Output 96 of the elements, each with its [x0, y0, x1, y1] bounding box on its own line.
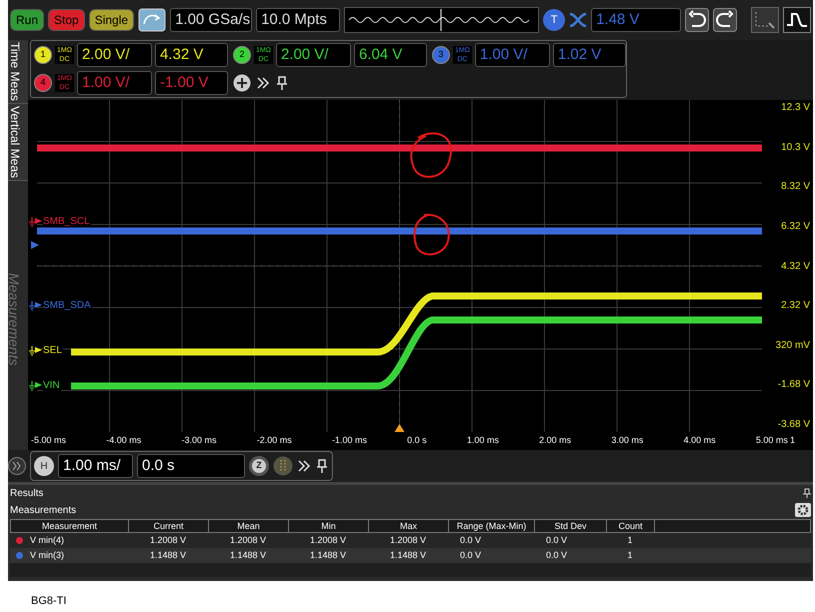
ground-marker-icon — [29, 345, 43, 357]
settings-icon[interactable] — [795, 503, 811, 517]
x-axis-label: 1 — [790, 434, 796, 448]
trace-label: SEL — [43, 346, 63, 356]
channel-offset-field[interactable]: 6.04 V — [354, 43, 427, 67]
time-delay-field[interactable]: 0.0 s — [137, 454, 245, 478]
x-axis-label: -3.00 ms — [181, 434, 216, 448]
table-cell-text: 0.0 V — [459, 548, 482, 562]
table-cell-text: 0.0 V — [545, 548, 568, 562]
channel-badge[interactable]: 2 — [232, 46, 251, 64]
acquisition-button[interactable]: Run — [10, 9, 44, 31]
autoscale-icon[interactable] — [138, 8, 166, 32]
column-header: Max — [369, 520, 449, 532]
table-cell-text: 1.2008 V — [308, 534, 348, 547]
pin-icon[interactable] — [803, 488, 811, 498]
undo-icon[interactable] — [685, 8, 710, 32]
y-axis-label: 8.32 V — [781, 180, 810, 194]
sample-rate-field[interactable]: 1.00 GSa/s — [170, 8, 252, 32]
table-cell-text: 1 — [626, 548, 634, 562]
selection-tool-icon[interactable] — [751, 7, 779, 33]
channel-scale-field[interactable]: 2.00 V/ — [76, 43, 152, 67]
channel-scale-field[interactable]: 2.00 V/ — [276, 43, 351, 67]
channel-badge[interactable]: 1 — [34, 46, 52, 64]
y-axis-label: 2.32 V — [781, 299, 810, 314]
y-axis-label: -1.68 V — [778, 378, 810, 392]
time-scale-field[interactable]: 1.00 ms/ — [58, 454, 133, 478]
ground-marker-icon — [29, 300, 43, 312]
table-cell-text: 1.1488 V — [388, 548, 428, 562]
channel-badge[interactable]: 4 — [34, 74, 52, 92]
x-axis-label: 2.00 ms — [539, 434, 572, 448]
section-title: Measurements — [10, 504, 76, 518]
pin-icon[interactable] — [274, 75, 289, 91]
channel-badge[interactable]: 3 — [432, 46, 450, 64]
pin-icon[interactable] — [315, 458, 329, 474]
column-header: Count — [607, 520, 655, 532]
table-cell-text: 1.1488 V — [228, 548, 268, 562]
table-cell-text: 1.2008 V — [148, 534, 188, 547]
trigger-edge-icon — [569, 12, 588, 28]
expand-icon[interactable] — [8, 457, 26, 475]
trigger-marker-icon — [30, 240, 40, 250]
column-header: Mean — [209, 520, 289, 532]
waveform-overview[interactable] — [344, 7, 540, 33]
x-axis-label: 1.00 ms — [466, 434, 499, 448]
trace-label: SMB_SDA — [43, 301, 92, 311]
column-header: Current — [129, 520, 209, 532]
column-header: Min — [289, 520, 369, 532]
trace-label: VIN — [43, 381, 61, 391]
y-axis-label: 6.32 V — [781, 220, 810, 234]
table-cell-text: 1 — [626, 534, 634, 547]
acquisition-button[interactable]: Stop — [48, 9, 85, 31]
column-header: Std Dev — [535, 520, 607, 532]
redo-icon[interactable] — [713, 8, 738, 32]
channel-offset-field[interactable]: -1.00 V — [154, 71, 228, 95]
channel-offset-field[interactable]: 1.02 V — [552, 43, 626, 67]
side-tab[interactable]: Vertical Meas — [8, 104, 28, 181]
x-axis-label: -5.00 ms — [31, 434, 66, 448]
x-axis-label: -2.00 ms — [256, 434, 292, 448]
table-cell-text: V min(3) — [29, 548, 66, 562]
x-axis-label: 0.0 s — [407, 434, 427, 448]
table-cell-text: 0.0 V — [459, 534, 482, 547]
table-cell-text: 1.1488 V — [148, 548, 188, 562]
channel-offset-field[interactable]: 4.32 V — [154, 43, 228, 67]
table-cell-text: 0.0 V — [545, 534, 568, 547]
x-axis-label: 4.00 ms — [684, 434, 716, 448]
horizontal-badge[interactable]: H — [34, 456, 54, 476]
add-channel-icon[interactable] — [232, 74, 251, 92]
y-axis-label: 320 mV — [776, 338, 810, 353]
channel-scale-field[interactable]: 1.00 V/ — [76, 71, 152, 95]
x-axis-label: 5.00 ms — [756, 434, 788, 448]
table-cell-text: 1.1488 V — [308, 548, 348, 562]
x-axis-label: 3.00 ms — [611, 434, 644, 448]
ground-marker-icon — [29, 216, 43, 228]
y-axis-label: -3.68 V — [778, 418, 810, 432]
y-axis-label: 4.32 V — [781, 260, 810, 274]
ground-marker-icon — [29, 380, 43, 392]
side-tab[interactable]: Time Meas — [8, 40, 28, 104]
zoom-badge[interactable]: Z — [249, 456, 269, 476]
trigger-level-field[interactable]: 1.48 V — [591, 8, 682, 32]
table-cell-text: V min(4) — [29, 534, 66, 547]
x-axis-label: -4.00 ms — [106, 434, 142, 448]
column-header: Range (Max-Min) — [449, 520, 535, 532]
table-cell-text: 1.2008 V — [388, 534, 428, 547]
trace-label: SMB_SCL — [43, 217, 91, 227]
y-axis-label: 12.3 V — [781, 101, 810, 115]
trigger-badge[interactable]: T — [543, 9, 566, 31]
acquisition-button[interactable]: Single — [88, 9, 134, 31]
caption: BG8-TI — [31, 594, 66, 609]
panel-title: Results — [10, 486, 44, 500]
table-cell-text: 1.2008 V — [228, 534, 268, 547]
memory-depth-field[interactable]: 10.0 Mpts — [256, 8, 340, 32]
channel-scale-field[interactable]: 1.00 V/ — [474, 43, 550, 67]
waveform-mode-icon[interactable] — [783, 7, 811, 33]
column-header: Measurement — [11, 520, 129, 532]
y-axis-label: 10.3 V — [781, 140, 810, 155]
x-axis-label: -1.00 ms — [332, 434, 367, 448]
navigation-knob-icon[interactable] — [273, 456, 293, 476]
